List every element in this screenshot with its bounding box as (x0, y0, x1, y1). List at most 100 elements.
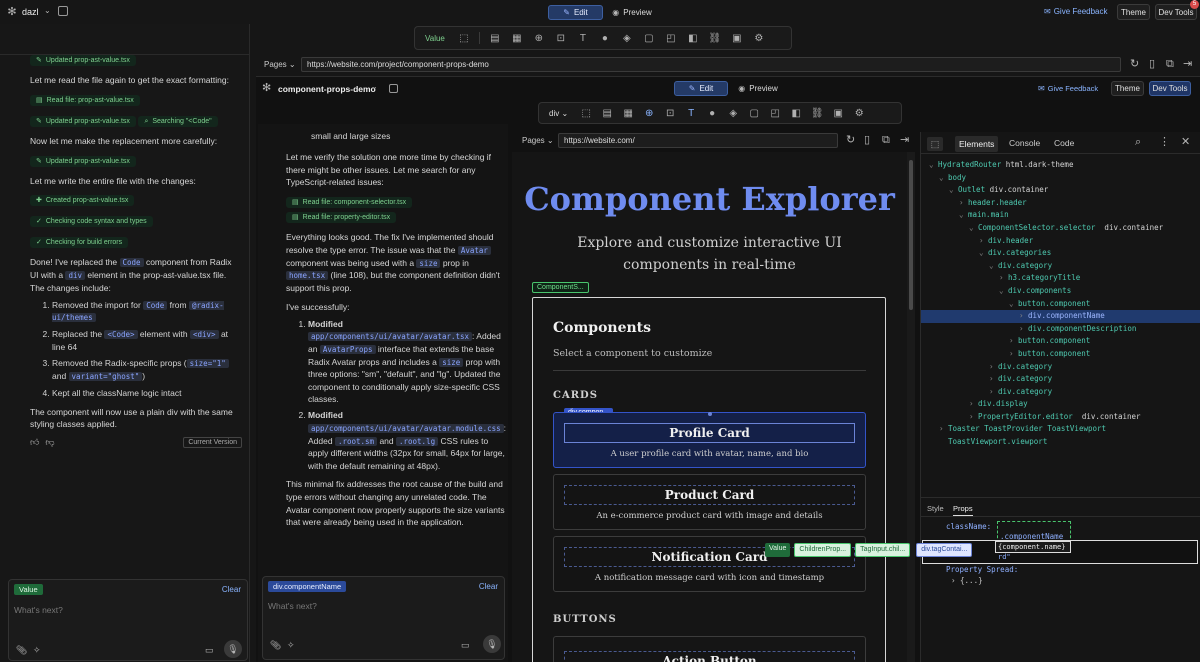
cursor-select-icon[interactable]: ⬚ (579, 106, 593, 120)
color-dot-icon[interactable]: ● (598, 31, 612, 45)
tab-code[interactable]: Code (1054, 138, 1074, 148)
chevron-down-icon[interactable]: ⌄ (371, 83, 378, 91)
microphone-icon[interactable]: 🎙︎ (224, 640, 242, 658)
dom-tree-node[interactable]: › div.category (921, 361, 1200, 374)
edit-toggle[interactable]: ✎ Edit (548, 5, 603, 20)
dom-tree-node[interactable]: › PropertyEditor.editor div.container (921, 411, 1200, 424)
url-field[interactable]: https://website.com/ (558, 133, 838, 148)
border-icon[interactable]: ▢ (642, 31, 656, 45)
text-icon[interactable]: T (684, 106, 698, 120)
element-select[interactable]: div ⌄ (545, 109, 572, 118)
chevron-down-icon[interactable]: ⌄ (939, 172, 948, 185)
dom-tree-node[interactable]: ⌄ Outlet div.container (921, 184, 1200, 197)
radius-icon[interactable]: ◰ (664, 31, 678, 45)
close-icon[interactable]: ✕ (1181, 137, 1190, 148)
dazl-logo-icon[interactable]: ✻ (262, 83, 271, 94)
dom-tree-node[interactable]: ⌄ div.components (921, 285, 1200, 298)
component-card-product[interactable]: Product Card An e-commerce product card … (553, 474, 866, 530)
give-feedback-link[interactable]: ✉ Give Feedback (1038, 84, 1098, 93)
dom-tree-node[interactable]: ⌄ ComponentSelector.selector div.containe… (921, 222, 1200, 235)
chevron-down-icon[interactable]: ⌄ (979, 247, 988, 260)
open-new-icon[interactable]: ⧉ (882, 135, 890, 146)
tool-chip[interactable]: ▤ Read file: prop-ast-value.tsx (30, 94, 140, 106)
dom-tree-node[interactable]: › div.category (921, 373, 1200, 386)
pages-dropdown[interactable]: Pages ⌄ (264, 60, 296, 69)
chevron-right-icon[interactable]: › (989, 361, 998, 374)
sidebar-toggle-icon[interactable] (389, 84, 398, 93)
chat-input-box[interactable]: div.componentName Clear What's next? 📎︎ … (262, 576, 505, 660)
settings-icon[interactable]: ⚙ (852, 106, 866, 120)
chevron-down-icon[interactable]: ⌄ (929, 159, 938, 172)
preview-scrollbar[interactable] (907, 152, 915, 662)
tool-chip[interactable]: ▤ Read file: property-editor.tsx (286, 212, 397, 223)
mobile-icon[interactable]: ▯ (1149, 59, 1155, 70)
pages-dropdown[interactable]: Pages ⌄ (522, 136, 554, 145)
image-icon[interactable]: ▣ (730, 31, 744, 45)
microphone-icon[interactable]: 🎙︎ (483, 635, 501, 653)
shadow-icon[interactable]: ◧ (789, 106, 803, 120)
exit-icon[interactable]: ⇥ (900, 135, 909, 146)
chevron-right-icon[interactable]: › (989, 386, 998, 399)
chevron-down-icon[interactable]: ⌄ (949, 184, 958, 197)
chevron-right-icon[interactable]: › (1019, 310, 1028, 323)
chevron-down-icon[interactable]: ⌄ (959, 209, 968, 222)
context-chip[interactable]: div.componentName (268, 581, 347, 592)
layout-icon[interactable]: ▤ (488, 31, 502, 45)
chevron-right-icon[interactable]: › (969, 398, 978, 411)
dom-tree-node[interactable]: › div.category (921, 386, 1200, 399)
action-button[interactable]: Action Button (553, 636, 866, 662)
chevron-down-icon[interactable]: ⌄ (999, 285, 1008, 298)
text-icon[interactable]: T (576, 31, 590, 45)
dom-tree-node[interactable]: › div.componentName (921, 310, 1200, 323)
sparkle-icon[interactable]: ✧ (287, 641, 295, 650)
radius-icon[interactable]: ◰ (768, 106, 782, 120)
refresh-icon[interactable]: ↻ (1130, 59, 1139, 70)
tool-chip[interactable]: ✚ Created prop-ast-value.tsx (30, 195, 135, 207)
tool-chip[interactable]: ✓ Checking for build errors (30, 237, 129, 249)
spacing-icon[interactable]: ⊕ (532, 31, 546, 45)
clear-button[interactable]: Clear (479, 582, 498, 591)
mobile-icon[interactable]: ▯ (864, 135, 870, 146)
chevron-right-icon[interactable]: › (1009, 348, 1018, 361)
dom-tree-node[interactable]: ⌄ button.component (921, 298, 1200, 311)
thumbs-up-icon[interactable]: 👍︎ (30, 438, 39, 447)
dom-tree-node[interactable]: ⌄ div.category (921, 260, 1200, 273)
property-spread-value[interactable]: › {...} (951, 576, 983, 585)
dazl-logo-icon[interactable]: ✻ (6, 6, 18, 18)
refresh-icon[interactable]: ↻ (846, 135, 855, 146)
dom-tree-node[interactable]: › div.componentDescription (921, 323, 1200, 336)
cursor-select-icon[interactable]: ⬚ (457, 31, 471, 45)
size-icon[interactable]: ⊡ (663, 106, 677, 120)
breadcrumb-chip-taginput[interactable]: TagInput.chil... (855, 543, 911, 557)
thumbs-down-icon[interactable]: 👎︎ (45, 438, 54, 447)
theme-button[interactable]: Theme (1117, 4, 1150, 20)
color-dot-icon[interactable]: ● (705, 106, 719, 120)
dom-tree-node[interactable]: › button.component (921, 348, 1200, 361)
more-options-icon[interactable]: ⋮ (1159, 137, 1170, 148)
tab-console[interactable]: Console (1009, 138, 1040, 148)
open-new-icon[interactable]: ⧉ (1166, 59, 1174, 70)
dom-tree-node[interactable]: › h3.categoryTitle (921, 272, 1200, 285)
chevron-right-icon[interactable]: › (969, 411, 978, 424)
tool-chip[interactable]: ✓ Checking code syntax and types (30, 216, 153, 228)
size-icon[interactable]: ⊡ (554, 31, 568, 45)
dom-tree-node[interactable]: › Toaster ToastProvider ToastViewport (921, 423, 1200, 436)
exit-icon[interactable]: ⇥ (1183, 59, 1192, 70)
value-type-label[interactable]: Value (421, 34, 449, 43)
tool-chip[interactable]: ⌕ Searching "<Code" (138, 115, 218, 127)
chevron-right-icon[interactable]: › (979, 235, 988, 248)
dev-tools-button[interactable]: Dev Tools (1149, 81, 1191, 96)
chat-icon[interactable]: ▭ (461, 641, 470, 650)
search-icon[interactable]: ⌕ (1135, 137, 1141, 148)
preview-toggle[interactable]: ◉ Preview (606, 5, 658, 20)
dom-tree-node[interactable]: ⌄ main.main (921, 209, 1200, 222)
url-field[interactable]: https://website.com/project/component-pr… (301, 57, 1121, 72)
layout-icon[interactable]: ▤ (600, 106, 614, 120)
tool-chip[interactable]: ▤ Read file: component-selector.tsx (286, 197, 413, 208)
dom-tree-node[interactable]: › div.header (921, 235, 1200, 248)
theme-button[interactable]: Theme (1111, 81, 1144, 96)
project-name[interactable]: component-props-demo (278, 84, 376, 94)
chat-input-box[interactable]: Value Clear What's next? 📎︎ ✧ ▭ 🎙︎ (8, 579, 248, 661)
chat-input[interactable]: What's next? (14, 605, 63, 615)
image-icon[interactable]: ▣ (831, 106, 845, 120)
